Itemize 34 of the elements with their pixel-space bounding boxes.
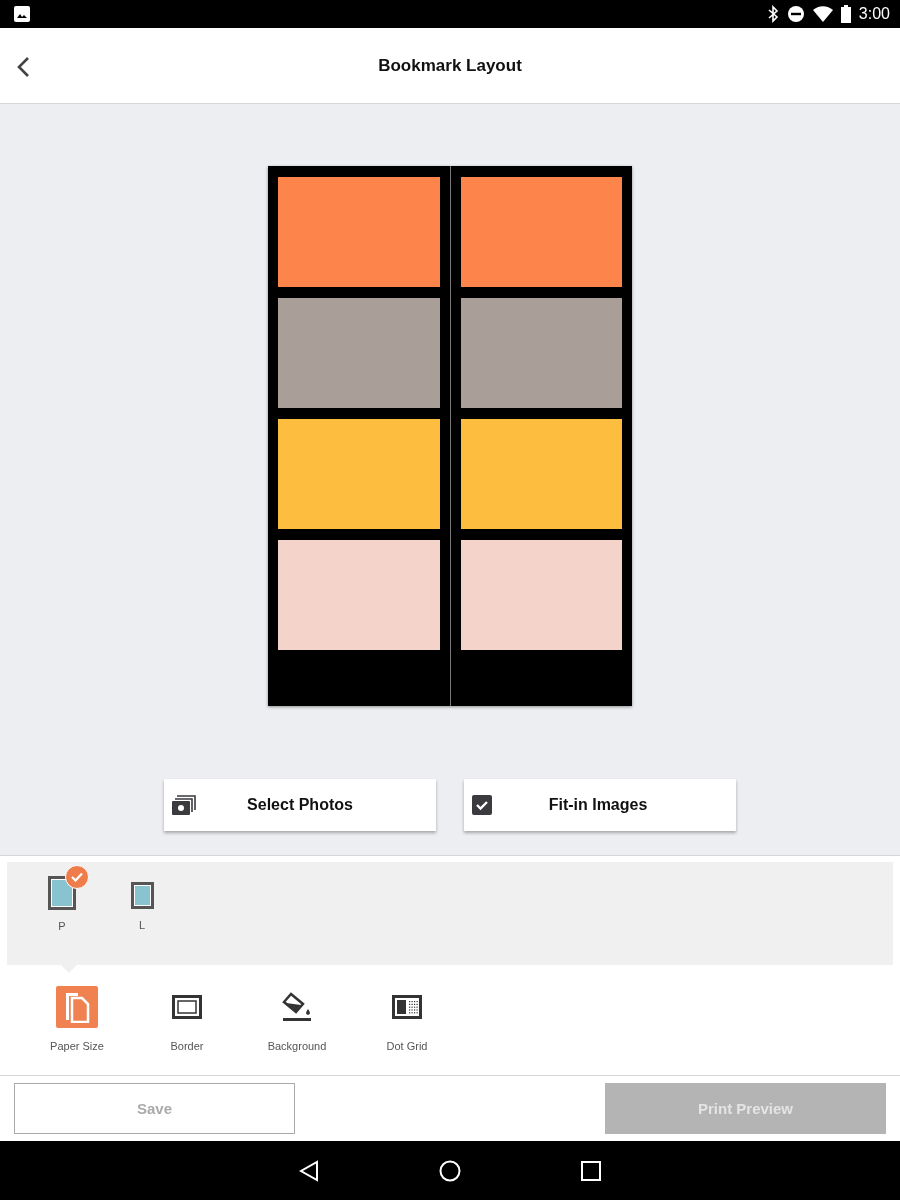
clock-time: 3:00 [858, 5, 890, 23]
back-icon [16, 56, 30, 78]
paint-bucket-icon [281, 991, 313, 1023]
frame-icon [172, 995, 202, 1019]
bluetooth-icon [766, 5, 779, 23]
photo-slot[interactable] [278, 177, 440, 287]
orientation-option[interactable]: L [122, 876, 162, 965]
wifi-icon [812, 6, 833, 22]
home-icon[interactable] [439, 1159, 461, 1182]
do-not-disturb-icon [786, 5, 805, 23]
dot-grid-icon [392, 995, 422, 1019]
photo-slot[interactable] [460, 419, 622, 529]
image-icon [14, 6, 30, 22]
tool-tab[interactable]: Border [132, 986, 242, 1075]
photo-slot[interactable] [460, 540, 622, 650]
paper-icon [130, 882, 154, 909]
photo-slot[interactable] [278, 540, 440, 650]
fit-in-images-button[interactable]: Fit-in Images [464, 779, 736, 831]
back-nav-icon[interactable] [299, 1159, 319, 1182]
tool-tab[interactable]: Dot Grid [352, 986, 462, 1075]
tool-tab[interactable]: Background [242, 986, 352, 1075]
check-badge-icon [65, 865, 89, 889]
tool-tab[interactable]: Paper Size [22, 986, 132, 1075]
photo-slot[interactable] [460, 298, 622, 408]
orientation-option[interactable]: P [42, 876, 82, 965]
select-photos-button[interactable]: Select Photos [164, 779, 436, 831]
photo-slot[interactable] [278, 298, 440, 408]
photo-slot[interactable] [460, 177, 622, 287]
page-title: Bookmark Layout [378, 55, 522, 76]
photos-icon [172, 795, 196, 815]
battery-icon [840, 5, 851, 23]
recents-icon[interactable] [581, 1160, 601, 1181]
pages-icon [64, 991, 90, 1023]
photo-slot[interactable] [278, 419, 440, 529]
